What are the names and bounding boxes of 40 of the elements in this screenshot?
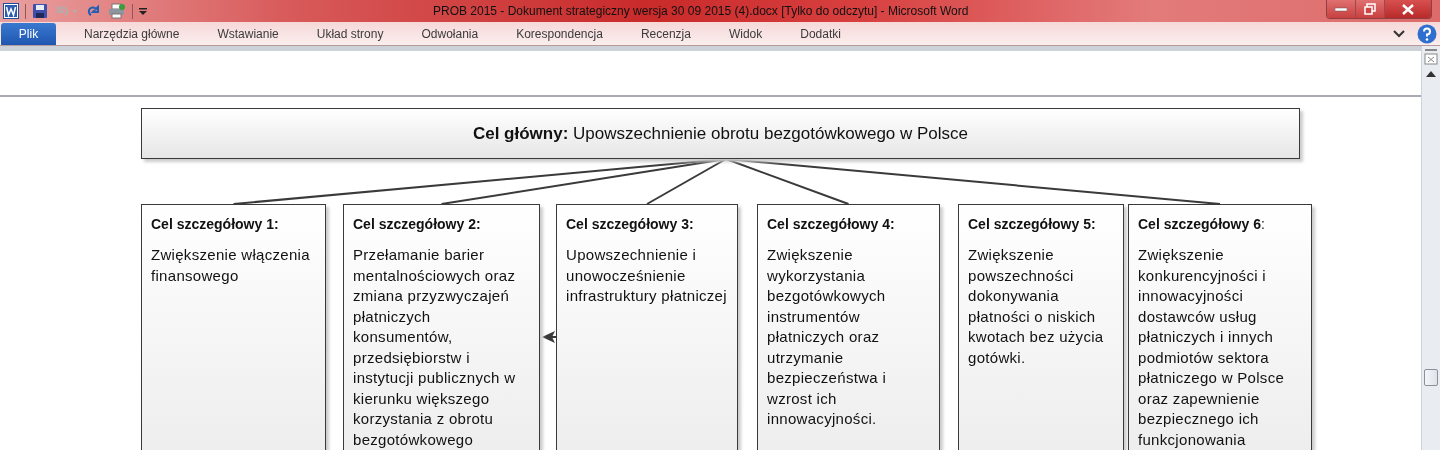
main-goal-text: Cel główny: Upowszechnienie obrotu bezgotówkowego w Polsce [472,123,969,144]
goal-title: Cel szczegółowy 4: [767,215,896,234]
close-icon [1402,3,1414,15]
goal-title: Cel szczegółowy 2: [353,215,482,234]
goal-title: Cel szczegółowy 1: [151,215,280,234]
goal-title: Cel szczegółowy 5: [968,215,1097,234]
goal-description: Zwiększenie włączenia finansowego [151,245,311,286]
ribbon-tab[interactable]: Recenzja [621,23,710,45]
ribbon-tab[interactable]: Widok [709,23,782,45]
printer-icon[interactable] [108,3,126,19]
split-icon[interactable] [1424,49,1438,65]
restore-icon [1364,3,1376,15]
ribbon-tab[interactable]: Odwołania [402,23,498,45]
ribbon-tab[interactable]: Plik [1,23,56,45]
goal-title: Cel szczegółowy 3: [566,215,695,234]
ribbon-tab[interactable]: Korespondencja [497,23,622,45]
scroll-thumb[interactable] [1424,369,1438,386]
customize-toolbar-icon[interactable] [139,6,147,16]
help-icon[interactable] [1417,23,1437,44]
minimize-button[interactable] [1327,0,1356,18]
scroll-up-arrow-icon[interactable] [1426,71,1436,77]
close-button[interactable] [1385,0,1431,18]
goal-description: Zwiększenie powszechności dokonywania płatności o niskich kwotach bez użycia gotówki. [968,245,1105,368]
restore-button[interactable] [1356,0,1385,18]
goal-description: Zwiększenie konkurencyjności i innowacyjności dostawców usług płatniczych i innych podmiotów sektora płatniczego w Polsce oraz zapewnienie bezpiecznego ich funkcjonowania [1138,245,1286,450]
ribbon-tab[interactable]: Układ strony [297,23,403,45]
ribbon-tab[interactable]: Narzędzia główne [65,23,199,45]
goal-description: Przełamanie barier mentalnościowych oraz zmiana przyzwyczajeń płatniczych konsumentów, przedsiębiorstw i instytucji publicznych w kierunku większego korzystania z obrotu bezgotówkowego [353,245,517,450]
window-title: PROB 2015 - Dokument strategiczny wersja 30 09 2015 (4).docx [Tylko do odczytu] - Microsoft Word [433,4,970,18]
ribbon-tab[interactable]: Dodatki [781,23,860,45]
goal-description: Zwiększenie wykorzystania bezgotówkowych instrumentów płatniczych oraz utrzymanie bezpieczeństwa i wzrost ich innowacyjności. [767,245,888,429]
save-icon[interactable] [32,3,48,19]
minimize-icon [1335,6,1347,12]
goal-description: Upowszechnienie i unowocześnienie infrastruktury płatniczej [566,245,728,306]
word-logo-icon[interactable] [3,3,19,19]
chevron-icon[interactable] [1393,28,1405,39]
vertical-scrollbar[interactable] [1421,46,1440,450]
redo-icon[interactable] [86,3,102,19]
ribbon-tab[interactable]: Wstawianie [198,23,298,45]
goal-title: Cel szczegółowy 6: [1138,215,1266,234]
